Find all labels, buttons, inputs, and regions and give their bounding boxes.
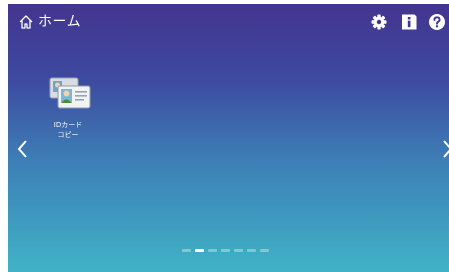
help-button[interactable] — [428, 13, 446, 31]
page-dot — [182, 249, 191, 252]
page-dot — [260, 249, 269, 252]
chevron-left-icon — [17, 140, 27, 158]
next-page-button[interactable] — [440, 138, 449, 160]
page-dot — [234, 249, 243, 252]
chevron-right-icon — [443, 140, 449, 158]
home-screen: ホーム IDカード コピー — [8, 4, 449, 272]
app-id-card-copy[interactable]: IDカード コピー — [38, 76, 98, 148]
prev-page-button[interactable] — [16, 138, 30, 160]
page-dot — [247, 249, 256, 252]
app-label-line1: IDカード — [53, 121, 83, 129]
info-button[interactable] — [400, 13, 418, 31]
info-icon — [402, 14, 417, 30]
question-icon — [429, 14, 445, 30]
app-label: IDカード コピー — [38, 120, 98, 140]
page-title: ホーム — [38, 14, 82, 30]
header-bar: ホーム — [8, 4, 449, 38]
settings-button[interactable] — [370, 13, 388, 31]
page-dot — [221, 249, 230, 252]
home-icon — [19, 15, 33, 29]
app-label-line2: コピー — [57, 131, 79, 139]
page-indicator — [182, 249, 269, 253]
id-card-icon — [49, 77, 91, 109]
gear-icon — [371, 14, 387, 30]
page-dot — [195, 249, 204, 252]
page-dot — [208, 249, 217, 252]
